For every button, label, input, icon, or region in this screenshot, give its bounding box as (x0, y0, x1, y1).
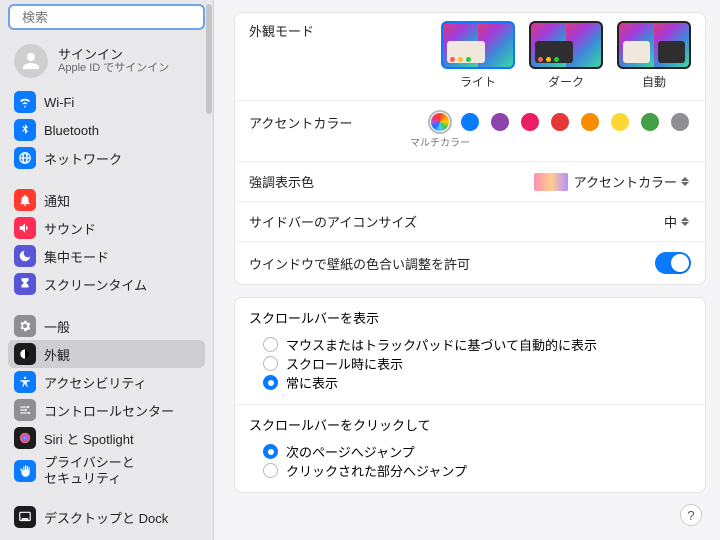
scroll-show-option-2[interactable]: 常に表示 (249, 373, 691, 392)
speaker-icon (14, 217, 36, 239)
wifi-icon (14, 91, 36, 113)
appearance-mode-auto[interactable]: 自動 (617, 21, 691, 90)
scrollbar-click-title: スクロールバーをクリックして (249, 415, 691, 434)
dock-icon (14, 506, 36, 528)
sidebar: サインイン Apple ID でサインイン Wi-Fi Bluetooth ネットワ… (0, 0, 214, 540)
sidebar-item-label: 外観 (44, 345, 70, 364)
accessibility-icon (14, 371, 36, 393)
gear-icon (14, 315, 36, 337)
chevron-updown-icon (681, 214, 691, 230)
sidebar-item-bluetooth[interactable]: Bluetooth (8, 116, 205, 144)
help-button[interactable]: ? (680, 504, 702, 526)
radio-icon (263, 444, 278, 459)
sidebar-item-dock[interactable]: デスクトップと Dock (8, 503, 205, 531)
sidebar-item-bell[interactable]: 通知 (8, 186, 205, 214)
sidebar-item-appearance[interactable]: 外観 (8, 340, 205, 368)
hourglass-icon (14, 273, 36, 295)
sidebar-item-label: Wi-Fi (44, 95, 74, 110)
bell-icon (14, 189, 36, 211)
sidebar-item-gear[interactable]: 一般 (8, 312, 205, 340)
sidebar-item-label: コントロールセンター (44, 401, 174, 420)
globe-icon (14, 147, 36, 169)
sidebar-item-label: アクセシビリティ (44, 373, 147, 392)
radio-icon (263, 463, 278, 478)
accent-green[interactable] (639, 113, 661, 131)
appearance-icon (14, 343, 36, 365)
bluetooth-icon (14, 119, 36, 141)
appearance-mode-dark[interactable]: ダーク (529, 21, 603, 90)
appearance-mode-light[interactable]: ライト (441, 21, 515, 90)
sidebar-item-hand[interactable]: プライバシーとセキュリティ (8, 452, 205, 489)
accent-graphite[interactable] (669, 113, 691, 131)
scroll-click-option-0[interactable]: 次のページへジャンプ (249, 442, 691, 461)
scroll-click-option-1[interactable]: クリックされた部分へジャンプ (249, 461, 691, 480)
sidebar-item-speaker[interactable]: サウンド (8, 214, 205, 242)
sidebar-item-moon[interactable]: 集中モード (8, 242, 205, 270)
sidebar-item-label: デスクトップと Dock (44, 508, 168, 527)
highlight-color-label: 強調表示色 (249, 172, 314, 191)
radio-icon (263, 337, 278, 352)
sidebar-item-sliders[interactable]: コントロールセンター (8, 396, 205, 424)
sidebar-item-globe[interactable]: ネットワーク (8, 144, 205, 172)
accent-color-label: アクセントカラー (249, 113, 352, 132)
accent-purple[interactable] (489, 113, 511, 131)
accent-orange[interactable] (579, 113, 601, 131)
account-title: サインイン (58, 47, 169, 63)
content: 外観モード ライトダーク自動 アクセントカラー マルチカラー 強調表示色 アクセ… (214, 0, 720, 540)
sidebar-item-label: Bluetooth (44, 123, 99, 138)
sidebar-item-label: プライバシーとセキュリティ (44, 455, 135, 486)
chevron-updown-icon (681, 174, 691, 190)
scroll-show-option-0[interactable]: マウスまたはトラックパッドに基づいて自動的に表示 (249, 335, 691, 354)
account-subtitle: Apple ID でサインイン (58, 62, 169, 75)
account-row[interactable]: サインイン Apple ID でサインイン (0, 38, 213, 88)
scrollbar-section: スクロールバーを表示 マウスまたはトラックパッドに基づいて自動的に表示スクロール… (234, 297, 706, 493)
scroll-show-option-1[interactable]: スクロール時に表示 (249, 354, 691, 373)
radio-icon (263, 356, 278, 371)
hand-icon (14, 460, 36, 482)
sidebar-item-label: 一般 (44, 317, 70, 336)
sidebar-item-siri[interactable]: Siri と Spotlight (8, 424, 205, 452)
sidebar-icon-size-select[interactable]: 中 (664, 212, 691, 231)
appearance-mode-label: 外観モード (249, 21, 314, 40)
sidebar-item-label: 集中モード (44, 247, 109, 266)
accent-yellow[interactable] (609, 113, 631, 131)
sidebar-item-accessibility[interactable]: アクセシビリティ (8, 368, 205, 396)
avatar (14, 44, 48, 78)
radio-icon (263, 375, 278, 390)
window-tint-toggle[interactable] (655, 252, 691, 274)
sidebar-item-label: サウンド (44, 219, 96, 238)
sidebar-item-wifi[interactable]: Wi-Fi (8, 88, 205, 116)
moon-icon (14, 245, 36, 267)
sidebar-list: Wi-Fi Bluetooth ネットワーク通知サウンド集中モードスクリーンタイム一… (0, 88, 213, 540)
sidebar-item-label: Siri と Spotlight (44, 429, 134, 448)
accent-blue[interactable] (459, 113, 481, 131)
sidebar-icon-size-label: サイドバーのアイコンサイズ (249, 212, 417, 231)
siri-icon (14, 427, 36, 449)
appearance-main-section: 外観モード ライトダーク自動 アクセントカラー マルチカラー 強調表示色 アクセ… (234, 12, 706, 285)
sliders-icon (14, 399, 36, 421)
scrollbar-show-group: スクロールバーを表示 マウスまたはトラックパッドに基づいて自動的に表示スクロール… (235, 298, 705, 404)
search-field[interactable] (8, 4, 205, 30)
search-input[interactable] (22, 10, 198, 25)
window-tint-label: ウインドウで壁紙の色合い調整を許可 (249, 254, 470, 273)
sidebar-item-label: ネットワーク (44, 149, 122, 168)
scrollbar-click-group: スクロールバーをクリックして 次のページへジャンプクリックされた部分へジャンプ (235, 405, 705, 492)
sidebar-item-label: スクリーンタイム (44, 275, 147, 294)
accent-red[interactable] (549, 113, 571, 131)
sidebar-item-hourglass[interactable]: スクリーンタイム (8, 270, 205, 298)
highlight-color-select[interactable]: アクセントカラー (574, 172, 691, 191)
scrollbar-show-title: スクロールバーを表示 (249, 308, 691, 327)
accent-pink[interactable] (519, 113, 541, 131)
sidebar-item-label: 通知 (44, 191, 70, 210)
accent-multicolor[interactable]: マルチカラー (429, 113, 451, 149)
highlight-preview (534, 173, 568, 191)
scrollbar[interactable] (205, 0, 213, 540)
